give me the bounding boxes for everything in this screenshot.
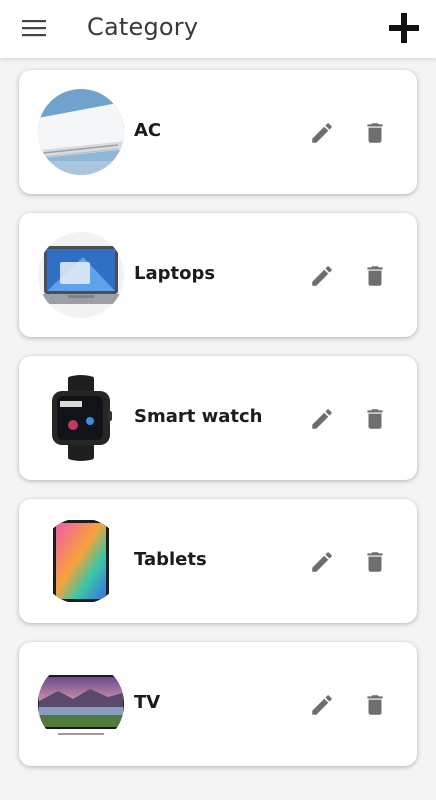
smartwatch-image	[38, 375, 124, 461]
pencil-icon	[312, 695, 332, 715]
delete-button[interactable]	[359, 117, 391, 149]
tv-image	[38, 661, 124, 747]
delete-button[interactable]	[359, 403, 391, 435]
air-conditioner-image	[38, 89, 124, 175]
category-name: Tablets	[134, 549, 207, 570]
edit-button[interactable]	[306, 117, 338, 149]
edit-button[interactable]	[306, 260, 338, 292]
trash-icon	[367, 266, 383, 286]
app-bar: Category	[0, 0, 436, 58]
menu-button[interactable]	[16, 14, 52, 42]
delete-button[interactable]	[359, 546, 391, 578]
tablet-image	[38, 518, 124, 604]
category-name: Laptops	[134, 263, 216, 284]
trash-icon	[367, 552, 383, 572]
pencil-icon	[312, 123, 332, 143]
menu-icon	[22, 20, 46, 37]
delete-button[interactable]	[359, 260, 391, 292]
edit-button[interactable]	[306, 546, 338, 578]
category-card-smart-watch[interactable]: Smart watch	[19, 356, 417, 480]
trash-icon	[367, 409, 383, 429]
trash-icon	[367, 123, 383, 143]
category-card-laptops[interactable]: Laptops	[19, 213, 417, 337]
category-card-tablets[interactable]: Tablets	[19, 499, 417, 623]
add-category-button[interactable]	[384, 8, 424, 48]
category-card-tv[interactable]: TV	[19, 642, 417, 766]
laptop-image	[38, 232, 124, 318]
category-name: Smart watch	[134, 406, 263, 427]
category-name: AC	[134, 120, 162, 141]
category-name: TV	[134, 692, 161, 713]
pencil-icon	[312, 409, 332, 429]
edit-button[interactable]	[306, 403, 338, 435]
pencil-icon	[312, 552, 332, 572]
edit-button[interactable]	[306, 689, 338, 721]
trash-icon	[367, 695, 383, 715]
category-card-ac[interactable]: AC	[19, 70, 417, 194]
page-title: Category	[87, 13, 199, 41]
add-icon	[389, 13, 419, 43]
delete-button[interactable]	[359, 689, 391, 721]
pencil-icon	[312, 266, 332, 286]
